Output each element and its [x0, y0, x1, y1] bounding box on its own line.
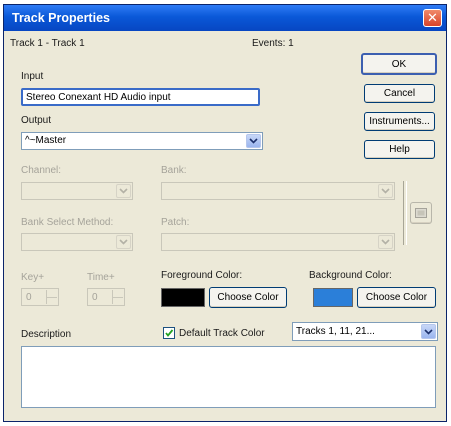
chevron-down-icon — [381, 188, 390, 194]
background-color-swatch — [313, 288, 353, 307]
vertical-separator — [403, 181, 407, 245]
input-field[interactable]: Stereo Conexant HD Audio input — [21, 88, 260, 106]
time-value: 0 — [92, 292, 98, 303]
channel-dropdown-arrow[interactable] — [116, 184, 131, 198]
background-choose-color-button[interactable]: Choose Color — [357, 287, 436, 308]
background-color-label: Background Color: — [309, 270, 392, 281]
bank-dropdown-arrow[interactable] — [378, 184, 393, 198]
time-stepper[interactable]: 0 — [87, 288, 125, 306]
key-label: Key+ — [21, 272, 45, 283]
tracks-combo-value: Tracks 1, 11, 21... — [296, 326, 375, 337]
ok-button[interactable]: OK — [361, 53, 437, 75]
track-properties-dialog: Track Properties ✕ Track 1 - Track 1 Eve… — [3, 4, 447, 422]
bank-select-dropdown-arrow[interactable] — [116, 235, 131, 249]
chevron-down-icon — [249, 138, 258, 144]
key-value: 0 — [26, 292, 32, 303]
time-spin-buttons[interactable] — [112, 290, 123, 304]
time-label: Time+ — [87, 272, 115, 283]
track-label: Track 1 - Track 1 — [10, 38, 85, 49]
foreground-color-label: Foreground Color: — [161, 270, 243, 281]
foreground-choose-color-button[interactable]: Choose Color — [209, 287, 287, 308]
output-combo[interactable]: ^~Master — [21, 132, 263, 150]
tracks-combo[interactable]: Tracks 1, 11, 21... — [292, 322, 438, 341]
input-label: Input — [21, 71, 44, 82]
output-dropdown-arrow[interactable] — [246, 134, 261, 148]
instruments-button[interactable]: Instruments... — [364, 112, 435, 131]
patch-browser-icon — [415, 208, 427, 218]
close-button[interactable]: ✕ — [423, 9, 442, 27]
close-icon: ✕ — [427, 10, 438, 25]
window-title: Track Properties — [12, 11, 110, 25]
chevron-down-icon — [119, 239, 128, 245]
description-label: Description — [21, 329, 72, 340]
description-textarea[interactable] — [21, 346, 436, 408]
output-value: ^~Master — [25, 135, 67, 146]
checkmark-icon — [165, 329, 174, 337]
cancel-button[interactable]: Cancel — [364, 84, 435, 103]
output-label: Output — [21, 115, 52, 126]
key-stepper[interactable]: 0 — [21, 288, 59, 306]
channel-label: Channel: — [21, 165, 62, 176]
patch-label: Patch: — [161, 217, 190, 228]
tracks-dropdown-arrow[interactable] — [421, 324, 436, 339]
default-track-color-label: Default Track Color — [179, 328, 265, 339]
input-value: Stereo Conexant HD Audio input — [26, 92, 171, 103]
title-bar[interactable]: Track Properties ✕ — [4, 5, 446, 31]
bank-label: Bank: — [161, 165, 187, 176]
events-label: Events: 1 — [252, 38, 294, 49]
bank-combo[interactable] — [161, 182, 395, 200]
chevron-down-icon — [381, 239, 390, 245]
patch-browser-button[interactable] — [410, 202, 432, 224]
channel-combo[interactable] — [21, 182, 133, 200]
patch-dropdown-arrow[interactable] — [378, 235, 393, 249]
foreground-color-swatch — [161, 288, 205, 307]
bank-select-label: Bank Select Method: — [21, 217, 114, 228]
bank-select-combo[interactable] — [21, 233, 133, 251]
default-track-color-checkbox[interactable] — [163, 327, 175, 339]
key-spin-buttons[interactable] — [46, 290, 57, 304]
chevron-down-icon — [119, 188, 128, 194]
patch-combo[interactable] — [161, 233, 395, 251]
chevron-down-icon — [424, 328, 433, 335]
help-button[interactable]: Help — [364, 140, 435, 159]
